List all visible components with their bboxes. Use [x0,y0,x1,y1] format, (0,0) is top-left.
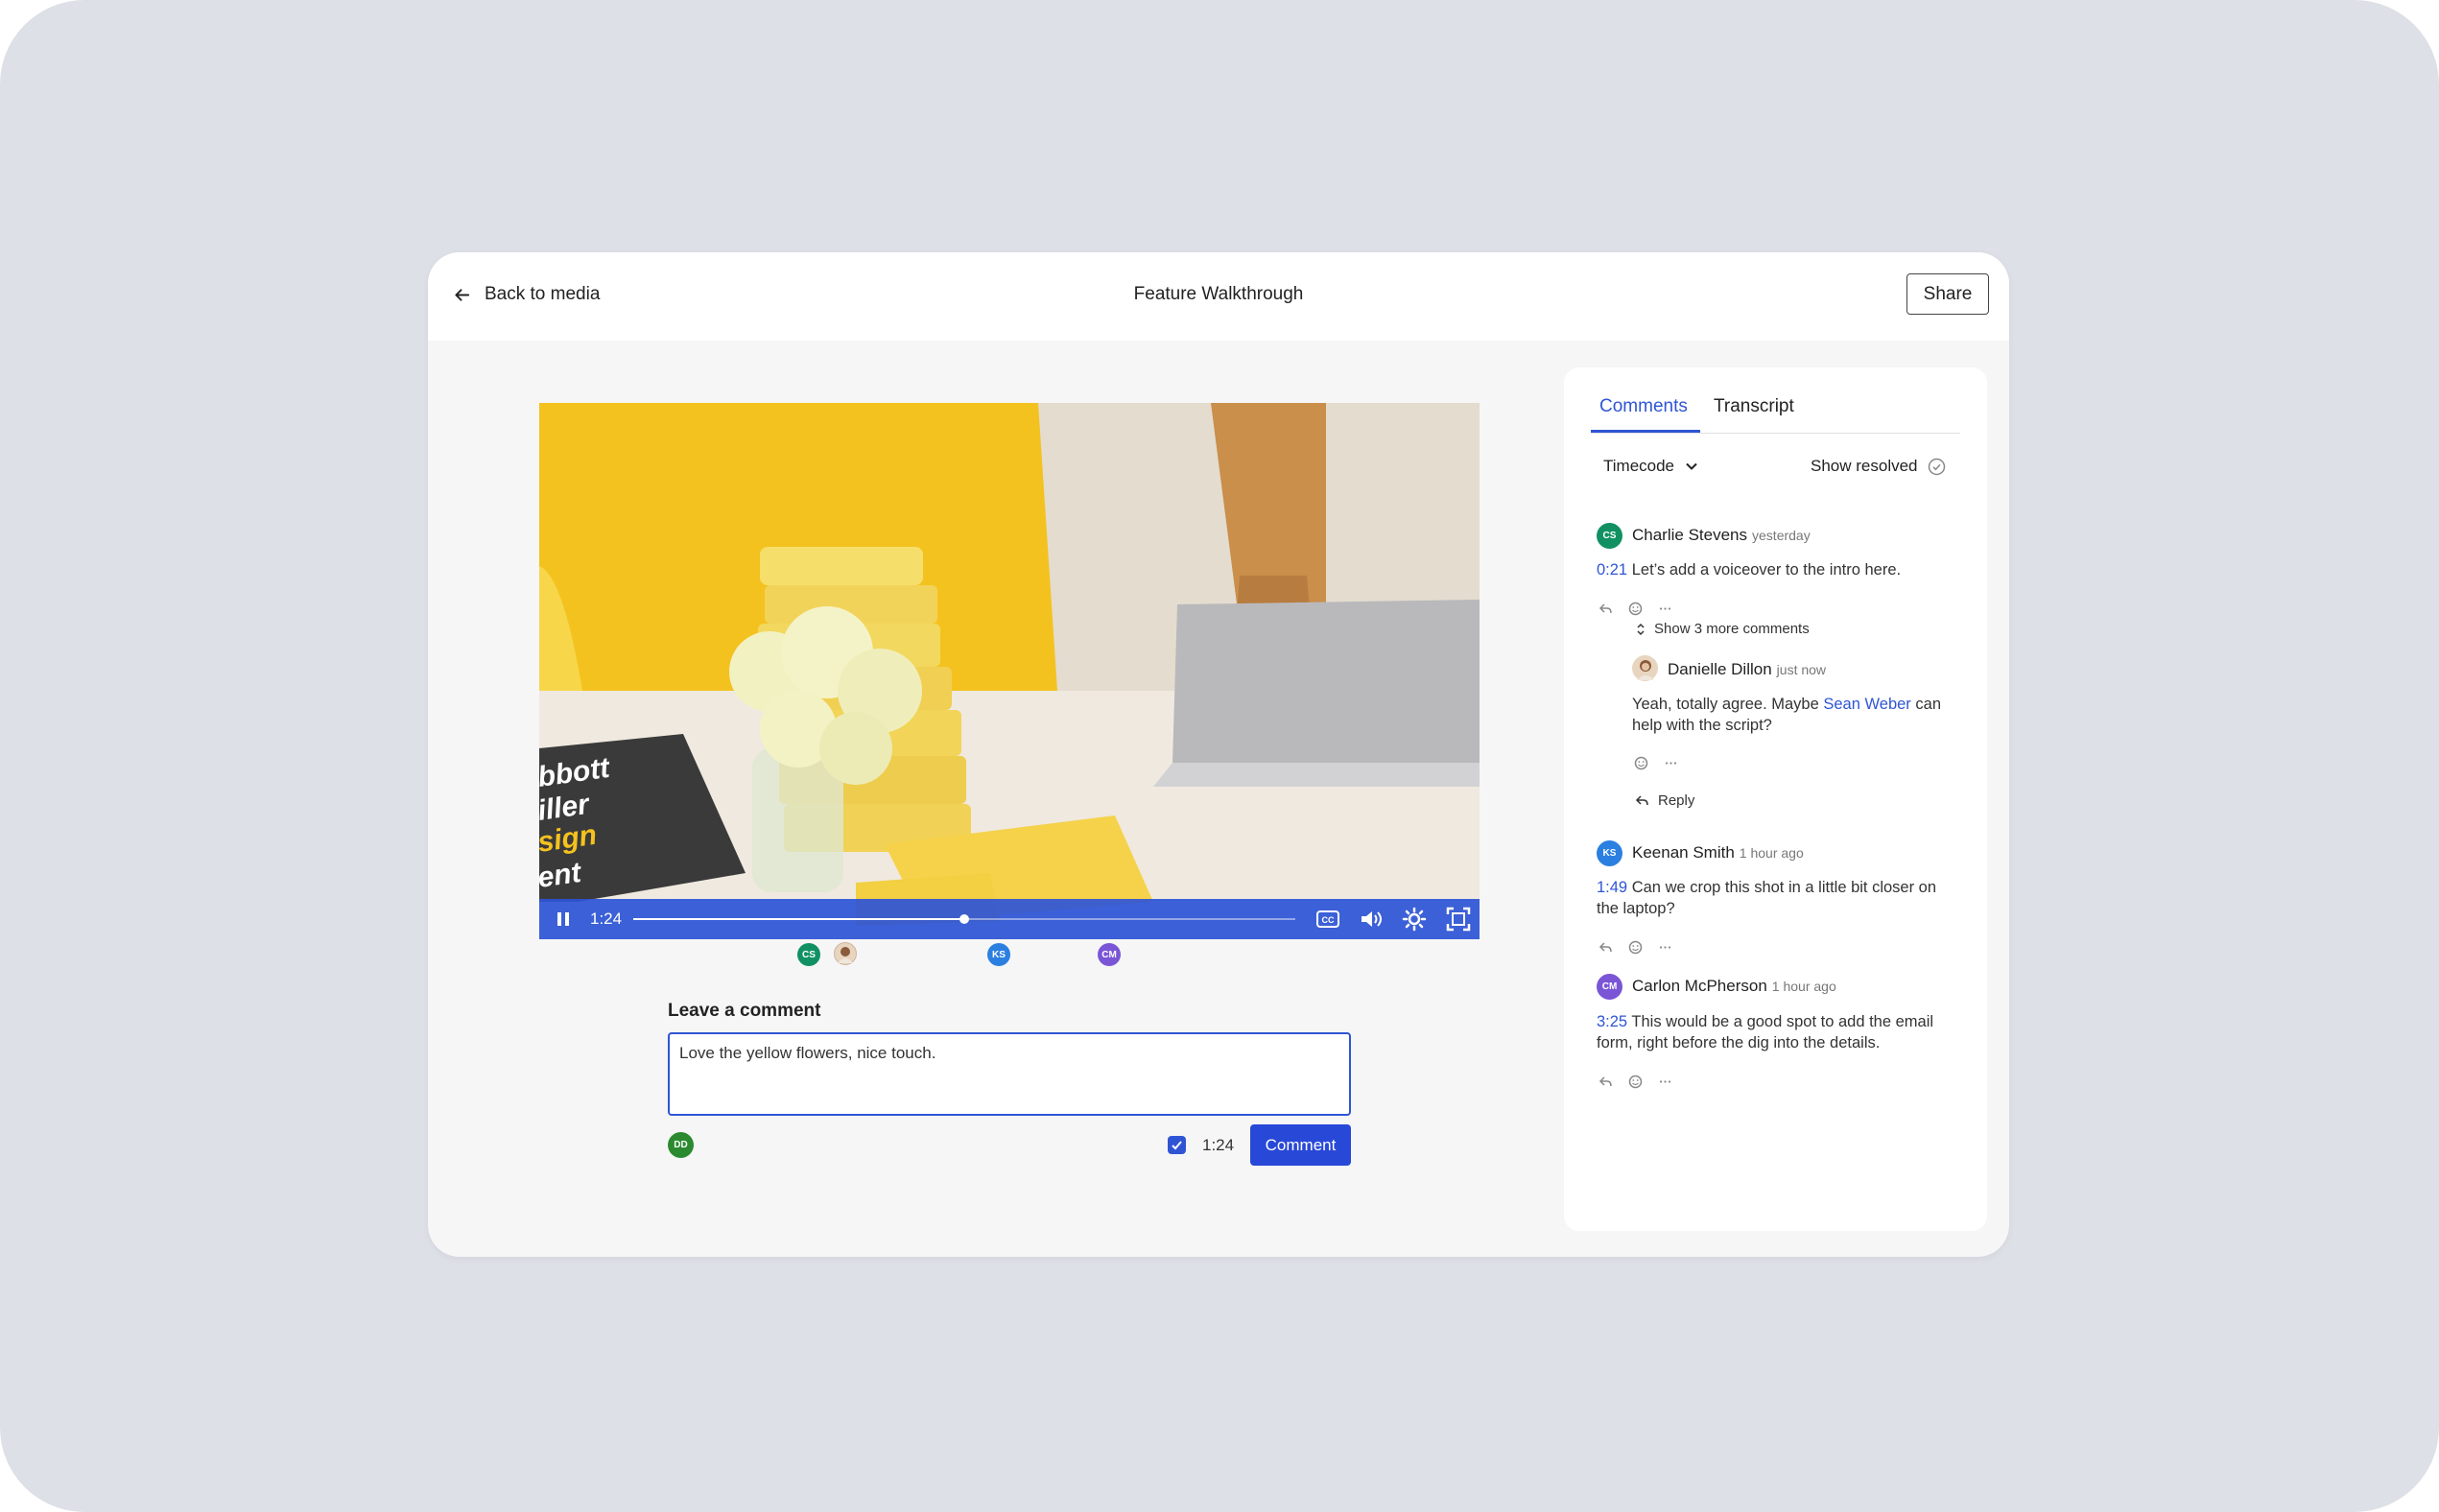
comment-avatar-ks: KS [1597,840,1622,866]
pause-icon[interactable] [555,910,572,928]
comment-author: Charlie Stevens yesterday [1632,526,1811,545]
reply-author-name: Danielle Dillon [1668,660,1772,678]
active-tab-indicator [1591,430,1700,433]
more-options-icon[interactable] [1658,602,1672,616]
show-resolved-label: Show resolved [1811,457,1918,475]
comment-actions [1598,602,1672,616]
panel-tabs: Comments Transcript [1591,392,1960,434]
comment-author-name: Keenan Smith [1632,843,1735,862]
composer-timecode: 1:24 [1202,1136,1235,1154]
avatar-photo-icon [1636,659,1654,680]
expand-icon [1637,623,1645,635]
comment-author: Keenan Smith 1 hour ago [1632,843,1804,862]
timeline-marker-cm[interactable]: CM [1098,943,1121,966]
volume-icon[interactable] [1358,906,1385,933]
show-resolved-toggle[interactable]: Show resolved [1811,457,1946,476]
comment-avatar-cs: CS [1597,523,1622,549]
reply-icon [1635,795,1648,806]
video-frame-image: bbott iller sign ent [539,403,1480,939]
comment-avatar-cm: CM [1597,974,1622,1000]
more-options-icon[interactable] [1664,756,1678,770]
composer-author-avatar: DD [668,1132,694,1158]
comment-time: yesterday [1752,528,1811,543]
comments-panel: Comments Transcript Timecode Show resolv… [1564,367,1987,1231]
timeline-marker-ks[interactable]: KS [987,943,1010,966]
more-options-icon[interactable] [1658,1075,1672,1089]
reply-avatar [1632,655,1658,681]
comment-input[interactable]: Love the yellow flowers, nice touch. [668,1032,1351,1116]
comment-text: Let’s add a voiceover to the intro here. [1631,561,1902,579]
check-icon [1172,1141,1182,1150]
comment-time: 1 hour ago [1739,845,1804,861]
submit-comment-button[interactable]: Comment [1250,1124,1351,1166]
comment-actions [1598,940,1672,955]
sort-dropdown[interactable]: Timecode [1603,457,1699,476]
share-button[interactable]: Share [1906,273,1989,315]
reply-icon[interactable] [1598,602,1613,616]
reply-body: Yeah, totally agree. Maybe Sean Weber ca… [1632,694,1968,736]
comment-body: 0:21 Let’s add a voiceover to the intro … [1597,559,1961,580]
comment-text: Can we crop this shot in a little bit cl… [1597,879,1937,917]
top-bar: Back to media Feature Walkthrough Share [428,252,2009,341]
comment-author-name: Charlie Stevens [1632,526,1748,544]
reply-icon[interactable] [1598,1075,1613,1089]
comment-body: 1:49 Can we crop this shot in a little b… [1597,877,1961,919]
show-more-comments-button[interactable]: Show 3 more comments [1635,621,1810,637]
emoji-icon[interactable] [1628,1075,1643,1089]
tab-transcript[interactable]: Transcript [1714,396,1794,417]
chevron-down-icon [1686,462,1697,470]
reply-time: just now [1776,662,1827,677]
fullscreen-icon[interactable] [1445,906,1472,933]
more-options-icon[interactable] [1658,940,1672,955]
timeline-marker-cs[interactable]: CS [797,943,820,966]
video-player[interactable]: bbott iller sign ent 1:24 CC [539,403,1480,939]
comment-text: This would be a good spot to add the ema… [1597,1013,1934,1051]
comment-timecode-link[interactable]: 0:21 [1597,561,1627,579]
mention-link[interactable]: Sean Weber [1823,696,1910,713]
avatar-photo-icon [838,947,853,963]
comment-body: 3:25 This would be a good spot to add th… [1597,1011,1961,1053]
closed-captions-icon[interactable]: CC [1314,906,1341,933]
check-circle-icon [1928,458,1945,475]
attach-timecode-checkbox[interactable] [1168,1136,1186,1154]
page-background: Back to media Feature Walkthrough Share [0,0,2439,1512]
current-time: 1:24 [590,910,623,928]
reply-text-before: Yeah, totally agree. Maybe [1632,696,1819,713]
video-controls: 1:24 CC [539,899,1480,939]
timeline-marker-avatar[interactable] [834,942,857,965]
svg-text:CC: CC [1322,915,1335,925]
reply-actions [1634,756,1678,770]
comment-time: 1 hour ago [1771,979,1836,994]
leave-comment-heading: Leave a comment [668,1001,821,1021]
emoji-icon[interactable] [1634,756,1648,770]
progress-fill [633,918,964,920]
comment-actions [1598,1075,1672,1089]
reply-button[interactable]: Reply [1635,792,1694,809]
settings-icon[interactable] [1401,906,1428,933]
tab-comments[interactable]: Comments [1599,396,1688,417]
sort-label: Timecode [1603,457,1675,475]
show-more-label: Show 3 more comments [1654,621,1810,637]
progress-handle[interactable] [959,914,969,924]
reply-author: Danielle Dillon just now [1668,660,1826,679]
emoji-icon[interactable] [1628,940,1643,955]
comment-author-name: Carlon McPherson [1632,977,1767,995]
comment-timecode-link[interactable]: 3:25 [1597,1013,1627,1030]
media-review-window: Back to media Feature Walkthrough Share [428,252,2009,1257]
reply-label: Reply [1658,792,1695,809]
svg-text:ent: ent [539,857,585,894]
progress-track[interactable] [633,914,1295,924]
reply-icon[interactable] [1598,940,1613,955]
emoji-icon[interactable] [1628,602,1643,616]
page-title: Feature Walkthrough [1133,284,1304,304]
comment-author: Carlon McPherson 1 hour ago [1632,977,1836,996]
comment-timecode-link[interactable]: 1:49 [1597,879,1627,896]
